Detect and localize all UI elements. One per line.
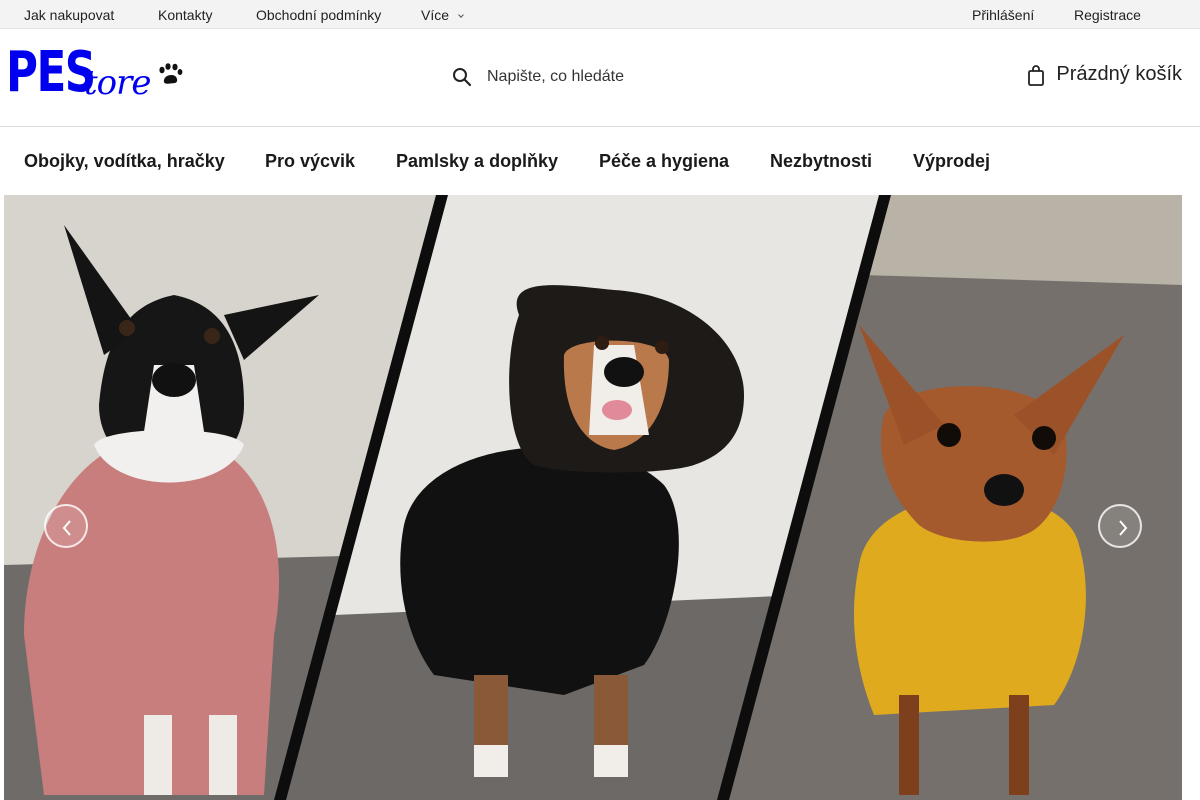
chevron-right-icon	[1119, 520, 1128, 536]
topbar-link-terms[interactable]: Obchodní podmínky	[256, 7, 381, 23]
search-input[interactable]	[487, 68, 727, 86]
topbar-more-label: Více	[421, 7, 450, 23]
register-link[interactable]: Registrace	[1074, 7, 1141, 23]
category-collars-leashes-toys[interactable]: Obojky, vodítka, hračky	[24, 151, 225, 172]
topbar-link-how-to-buy[interactable]: Jak nakupovat	[24, 7, 114, 23]
logo-text-pes: PES	[6, 40, 96, 105]
category-sale[interactable]: Výprodej	[913, 151, 990, 172]
site-header: PES tore Prázdný košík	[0, 29, 1200, 127]
topbar-link-contacts[interactable]: Kontakty	[158, 7, 212, 23]
category-training[interactable]: Pro výcvik	[265, 151, 355, 172]
chevron-down-icon	[458, 12, 464, 18]
login-link[interactable]: Přihlášení	[972, 7, 1034, 23]
search-icon[interactable]	[452, 67, 472, 87]
category-navigation: Obojky, vodítka, hračky Pro výcvik Pamls…	[0, 127, 1200, 195]
hero-image	[4, 195, 1182, 800]
shopping-bag-icon	[1028, 64, 1045, 86]
search-bar	[452, 63, 727, 91]
category-treats-accessories[interactable]: Pamlsky a doplňky	[396, 151, 558, 172]
carousel-next-button[interactable]	[1098, 504, 1142, 548]
logo-text-tore: tore	[84, 63, 152, 103]
category-care-hygiene[interactable]: Péče a hygiena	[599, 151, 729, 172]
cart-button[interactable]: Prázdný košík	[1028, 63, 1182, 86]
cart-label: Prázdný košík	[1056, 63, 1182, 85]
paw-icon	[159, 63, 183, 84]
carousel-prev-button[interactable]	[44, 504, 88, 548]
topbar-more-menu[interactable]: Více	[421, 7, 464, 23]
site-logo[interactable]: PES tore	[6, 43, 186, 105]
chevron-left-icon	[62, 520, 71, 536]
hero-banner	[4, 195, 1182, 800]
category-essentials[interactable]: Nezbytnosti	[770, 151, 872, 172]
top-utility-bar: Jak nakupovat Kontakty Obchodní podmínky…	[0, 0, 1200, 29]
